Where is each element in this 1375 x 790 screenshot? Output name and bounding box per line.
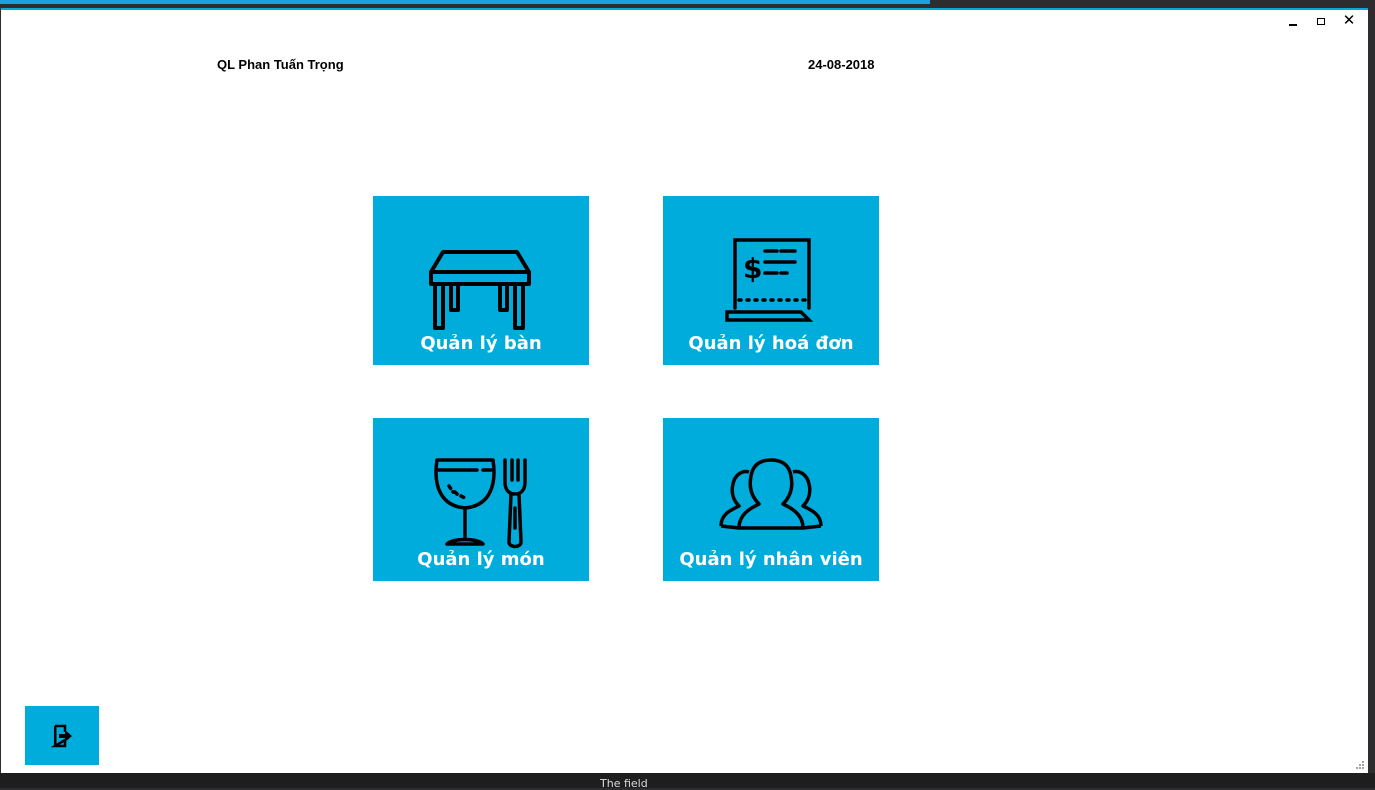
staff-management-tile[interactable]: Quản lý nhân viên bbox=[663, 418, 879, 581]
date-label: 24-08-2018 bbox=[808, 57, 875, 72]
people-icon bbox=[719, 458, 823, 530]
maximize-icon bbox=[1317, 17, 1325, 25]
background-status-strip: The field bbox=[0, 773, 1375, 790]
close-button[interactable]: ✕ bbox=[1342, 12, 1356, 29]
tile-label: Quản lý bàn bbox=[420, 333, 542, 354]
window-controls: ✕ bbox=[1286, 12, 1356, 29]
table-management-tile[interactable]: Quản lý bàn bbox=[373, 196, 589, 365]
tile-label: Quản lý nhân viên bbox=[679, 549, 863, 570]
table-icon bbox=[429, 250, 531, 330]
svg-text:$: $ bbox=[743, 252, 762, 285]
background-accent-bar bbox=[0, 0, 930, 4]
minimize-icon bbox=[1289, 24, 1297, 26]
exit-icon bbox=[51, 724, 72, 748]
background-top-strip bbox=[0, 0, 1375, 8]
tile-label: Quản lý hoá đơn bbox=[688, 333, 854, 354]
main-window: ✕ QL Phan Tuấn Trọng 24-08-2018 Quản lý … bbox=[1, 8, 1368, 773]
minimize-button[interactable] bbox=[1286, 14, 1300, 28]
close-icon: ✕ bbox=[1342, 12, 1356, 29]
resize-grip-icon[interactable] bbox=[1355, 760, 1365, 770]
background-status-text: The field bbox=[600, 777, 648, 790]
menu-management-tile[interactable]: Quản lý món bbox=[373, 418, 589, 581]
receipt-icon: $ bbox=[725, 238, 814, 322]
maximize-button[interactable] bbox=[1314, 14, 1328, 28]
tile-label: Quản lý món bbox=[417, 549, 545, 570]
invoice-management-tile[interactable]: $ Quản lý hoá đơn bbox=[663, 196, 879, 365]
logout-button[interactable] bbox=[25, 706, 99, 765]
glass-fork-icon bbox=[434, 458, 527, 549]
manager-name: QL Phan Tuấn Trọng bbox=[217, 57, 344, 72]
